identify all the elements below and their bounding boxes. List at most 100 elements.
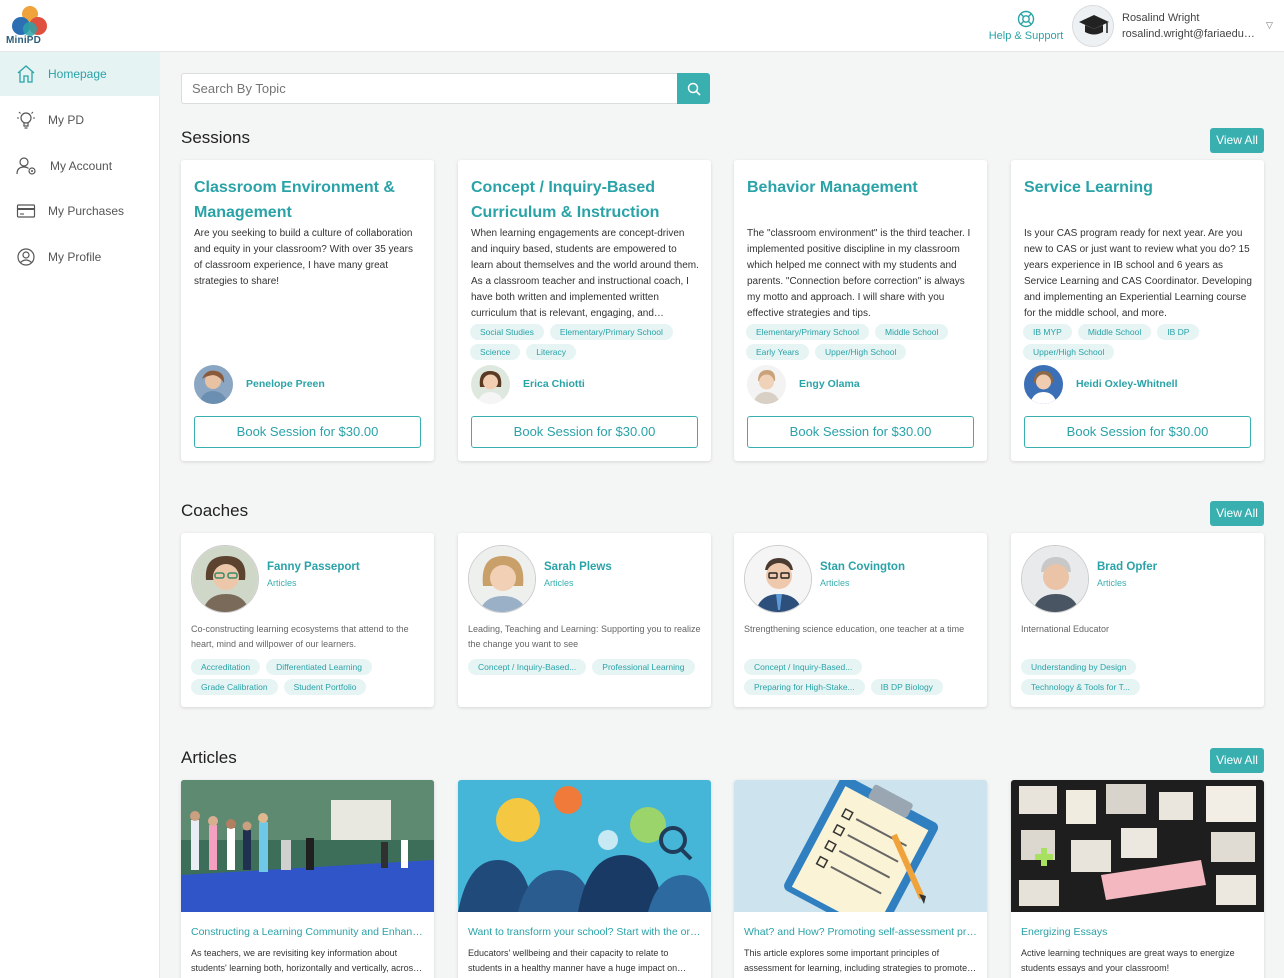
session-title[interactable]: Service Learning bbox=[1024, 175, 1252, 200]
session-description: Are you seeking to build a culture of co… bbox=[194, 228, 413, 287]
article-card[interactable]: Energizing Essays Active learning techni… bbox=[1011, 780, 1264, 978]
tag[interactable]: Understanding by Design bbox=[1021, 659, 1137, 675]
coach-name[interactable]: Engy Olama bbox=[799, 378, 860, 390]
coach-subtitle[interactable]: Articles bbox=[544, 578, 574, 588]
book-session-button[interactable]: Book Session for $30.00 bbox=[471, 416, 698, 448]
book-session-button[interactable]: Book Session for $30.00 bbox=[194, 416, 421, 448]
session-card[interactable]: Service Learning Is your CAS program rea… bbox=[1011, 160, 1264, 461]
coach-card[interactable]: Brad Opfer Articles International Educat… bbox=[1011, 533, 1264, 707]
coach-avatar[interactable] bbox=[468, 545, 536, 613]
tag[interactable]: IB DP Biology bbox=[870, 679, 943, 695]
articles-view-all-button[interactable]: View All bbox=[1210, 748, 1264, 773]
article-image[interactable] bbox=[181, 780, 434, 912]
sidebar-item-my-profile[interactable]: My Profile bbox=[0, 235, 160, 279]
session-title[interactable]: Classroom Environment & Management bbox=[194, 175, 422, 225]
coach-subtitle[interactable]: Articles bbox=[820, 578, 850, 588]
coach-tags: Concept / Inquiry-Based... Preparing for… bbox=[744, 659, 976, 695]
session-card[interactable]: Behavior Management The "classroom envir… bbox=[734, 160, 987, 461]
tag[interactable]: Concept / Inquiry-Based... bbox=[468, 659, 587, 675]
coach-avatar[interactable] bbox=[191, 545, 259, 613]
sidebar-item-homepage[interactable]: Homepage bbox=[0, 52, 160, 96]
article-image[interactable] bbox=[734, 780, 987, 912]
coach-name[interactable]: Fanny Passeport bbox=[267, 561, 360, 573]
coach-avatar[interactable] bbox=[747, 365, 786, 404]
coach-name[interactable]: Brad Opfer bbox=[1097, 561, 1157, 573]
article-image[interactable] bbox=[1011, 780, 1264, 912]
coach-avatar[interactable] bbox=[1024, 365, 1063, 404]
tag[interactable]: Early Years bbox=[746, 344, 809, 360]
tag[interactable]: Literacy bbox=[526, 344, 577, 360]
coach-card[interactable]: Sarah Plews Articles Leading, Teaching a… bbox=[458, 533, 711, 707]
tag[interactable]: Grade Calibration bbox=[191, 679, 278, 695]
article-title[interactable]: What? and How? Promoting self-assessment… bbox=[744, 926, 978, 938]
user-avatar[interactable] bbox=[1072, 5, 1114, 47]
session-title[interactable]: Concept / Inquiry-Based Curriculum & Ins… bbox=[471, 175, 699, 225]
tag[interactable]: Middle School bbox=[1077, 324, 1152, 340]
tag[interactable]: Concept / Inquiry-Based... bbox=[744, 659, 863, 675]
coach-description: Co-constructing learning ecosystems that… bbox=[191, 624, 409, 649]
tag[interactable]: Upper/High School bbox=[1023, 344, 1115, 360]
book-session-button[interactable]: Book Session for $30.00 bbox=[1024, 416, 1251, 448]
sidebar-item-my-pd[interactable]: My PD bbox=[0, 98, 160, 142]
article-title[interactable]: Want to transform your school? Start wit… bbox=[468, 926, 702, 938]
coach-tags: Concept / Inquiry-Based... Professional … bbox=[468, 659, 700, 675]
article-description: Educators' wellbeing and their capacity … bbox=[468, 948, 678, 973]
tag[interactable]: Middle School bbox=[874, 324, 949, 340]
article-card[interactable]: What? and How? Promoting self-assessment… bbox=[734, 780, 987, 978]
search-button[interactable] bbox=[677, 73, 710, 104]
session-tags: Elementary/Primary School Middle School … bbox=[746, 324, 978, 360]
coach-name[interactable]: Heidi Oxley-Whitnell bbox=[1076, 378, 1178, 390]
coach-avatar[interactable] bbox=[744, 545, 812, 613]
coach-avatar[interactable] bbox=[194, 365, 233, 404]
tag[interactable]: IB DP bbox=[1157, 324, 1200, 340]
sidebar-item-label: My PD bbox=[48, 113, 84, 127]
chevron-down-icon[interactable]: ▽ bbox=[1266, 20, 1273, 31]
coach-name[interactable]: Sarah Plews bbox=[544, 561, 612, 573]
sidebar-item-my-account[interactable]: My Account bbox=[0, 144, 160, 188]
coach-name[interactable]: Erica Chiotti bbox=[523, 378, 585, 390]
sidebar-item-label: Homepage bbox=[48, 67, 107, 81]
sidebar-item-my-purchases[interactable]: My Purchases bbox=[0, 189, 160, 233]
tag[interactable]: Upper/High School bbox=[815, 344, 907, 360]
tag[interactable]: Elementary/Primary School bbox=[549, 324, 673, 340]
coach-card[interactable]: Fanny Passeport Articles Co-constructing… bbox=[181, 533, 434, 707]
coaches-view-all-button[interactable]: View All bbox=[1210, 501, 1264, 526]
session-tags: Social Studies Elementary/Primary School… bbox=[470, 324, 702, 360]
article-image[interactable] bbox=[458, 780, 711, 912]
tag[interactable]: Student Portfolio bbox=[283, 679, 367, 695]
tag[interactable]: Differentiated Learning bbox=[266, 659, 372, 675]
article-card[interactable]: Constructing a Learning Community and En… bbox=[181, 780, 434, 978]
coach-card[interactable]: Stan Covington Articles Strengthening sc… bbox=[734, 533, 987, 707]
book-session-button[interactable]: Book Session for $30.00 bbox=[747, 416, 974, 448]
coach-name[interactable]: Stan Covington bbox=[820, 561, 905, 573]
coach-avatar[interactable] bbox=[1021, 545, 1089, 613]
coach-subtitle[interactable]: Articles bbox=[267, 578, 297, 588]
article-title[interactable]: Energizing Essays bbox=[1021, 926, 1255, 938]
coach-avatar[interactable] bbox=[471, 365, 510, 404]
tag[interactable]: Professional Learning bbox=[592, 659, 695, 675]
coach-subtitle[interactable]: Articles bbox=[1097, 578, 1127, 588]
article-card[interactable]: Want to transform your school? Start wit… bbox=[458, 780, 711, 978]
help-support-link[interactable]: Help & Support bbox=[988, 10, 1064, 42]
tag[interactable]: Social Studies bbox=[470, 324, 544, 340]
coach-name[interactable]: Penelope Preen bbox=[246, 378, 325, 390]
credit-card-icon bbox=[16, 204, 36, 218]
articles-heading: Articles bbox=[181, 748, 237, 767]
tag[interactable]: Elementary/Primary School bbox=[746, 324, 869, 340]
tag[interactable]: Science bbox=[470, 344, 521, 360]
session-description: The "classroom environment" is the third… bbox=[747, 228, 971, 319]
session-card[interactable]: Classroom Environment & Management Are y… bbox=[181, 160, 434, 461]
search-input[interactable] bbox=[181, 73, 677, 104]
session-title[interactable]: Behavior Management bbox=[747, 175, 975, 200]
tag[interactable]: Accreditation bbox=[191, 659, 261, 675]
home-icon bbox=[17, 65, 35, 83]
session-card[interactable]: Concept / Inquiry-Based Curriculum & Ins… bbox=[458, 160, 711, 461]
tag[interactable]: Technology & Tools for T... bbox=[1021, 679, 1140, 695]
sidebar: Homepage My PD My Account My Purchases M… bbox=[0, 52, 160, 978]
tag[interactable]: Preparing for High-Stake... bbox=[744, 679, 865, 695]
sessions-view-all-button[interactable]: View All bbox=[1210, 128, 1264, 153]
article-title[interactable]: Constructing a Learning Community and En… bbox=[191, 926, 425, 938]
coach-description: International Educator bbox=[1021, 624, 1110, 634]
article-description: As teachers, we are revisiting key infor… bbox=[191, 948, 418, 973]
tag[interactable]: IB MYP bbox=[1023, 324, 1072, 340]
